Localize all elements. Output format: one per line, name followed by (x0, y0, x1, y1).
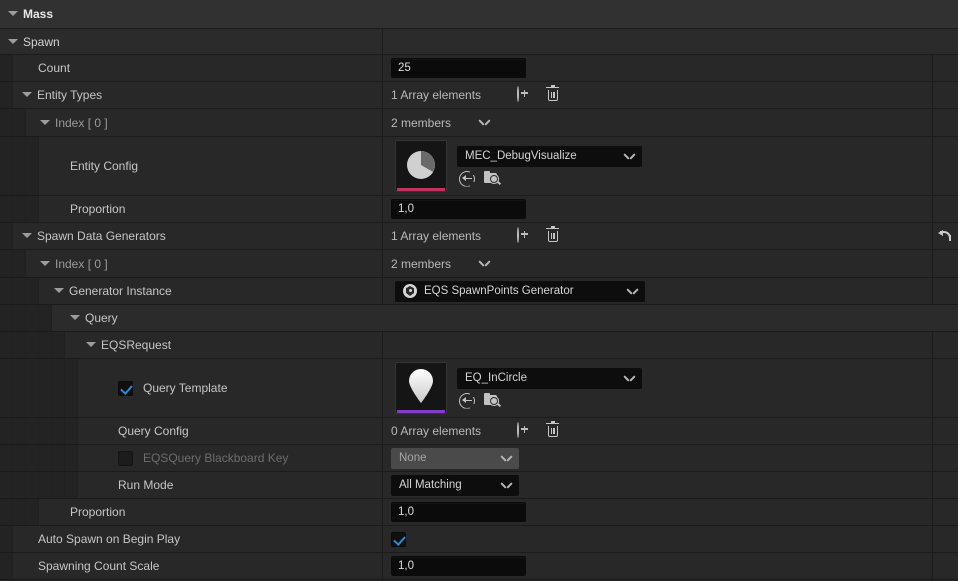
property-row-query-config: Query Config 0 Array elements (0, 418, 958, 445)
property-row-spawning-count-scale: Spawning Count Scale 1,0 (0, 553, 958, 580)
expander-query-icon[interactable] (70, 313, 80, 323)
find-in-content-browser-icon[interactable] (484, 171, 501, 186)
details-panel: Mass Spawn Count 25 E (0, 0, 958, 581)
entity-config-thumbnail[interactable] (395, 140, 447, 192)
delete-all-elements-button[interactable] (546, 228, 563, 245)
chevron-down-icon (501, 455, 512, 462)
expander-entity-types-icon[interactable] (22, 90, 32, 100)
property-row-query-template: Query Template (0, 359, 958, 418)
chevron-down-icon (624, 153, 635, 160)
array-index-label: Index [ 0 ] (55, 116, 108, 130)
property-label-entity-types: Entity Types (37, 88, 102, 102)
query-template-thumbnail[interactable] (395, 362, 447, 414)
entity-config-asset-picker[interactable]: MEC_DebugVisualize (457, 146, 642, 167)
property-label-count: Count (38, 61, 70, 75)
property-row-eqs-request: EQSRequest (0, 332, 958, 359)
property-label-spawn-data-generators: Spawn Data Generators (37, 229, 166, 243)
property-label-run-mode: Run Mode (118, 478, 173, 492)
property-label-query: Query (85, 311, 118, 325)
array-index-label: Index [ 0 ] (55, 257, 108, 271)
eqsquery-blackboard-key-dropdown[interactable]: None (391, 448, 519, 469)
expander-spawn-icon[interactable] (8, 37, 18, 47)
browse-to-asset-icon[interactable] (459, 393, 475, 409)
generator-proportion-input[interactable]: 1,0 (391, 502, 526, 522)
reset-column (932, 55, 958, 81)
spawning-count-scale-input[interactable]: 1,0 (391, 556, 526, 576)
property-label-spawning-count-scale: Spawning Count Scale (38, 559, 159, 573)
property-name-cell: Count (0, 55, 383, 81)
class-picker-icon (403, 284, 417, 298)
property-label-auto-spawn-on-begin-play: Auto Spawn on Begin Play (38, 532, 180, 546)
chevron-down-icon (624, 375, 635, 382)
array-element-row-entity-types-0: Index [ 0 ] 2 members (0, 109, 958, 137)
delete-all-elements-button[interactable] (546, 87, 563, 104)
property-label-query-template: Query Template (143, 381, 228, 395)
property-row-query: Query (0, 305, 958, 332)
category-row-spawn[interactable]: Spawn (0, 29, 958, 55)
query-template-asset-picker[interactable]: EQ_InCircle (457, 368, 642, 389)
property-label-eqsquery-blackboard-key: EQSQuery Blackboard Key (143, 451, 288, 465)
generator-instance-class-picker[interactable]: EQS SpawnPoints Generator (395, 281, 645, 302)
property-row-generator-instance: Generator Instance EQS SpawnPoints Gener… (0, 278, 958, 305)
reset-column (932, 223, 958, 249)
browse-to-asset-icon[interactable] (459, 171, 475, 187)
eqsquery-blackboard-key-checkbox[interactable] (118, 451, 133, 466)
property-row-entity-proportion: Proportion 1,0 (0, 196, 958, 223)
chevron-down-icon (627, 288, 638, 295)
revert-to-default-icon[interactable] (938, 230, 953, 243)
property-row-entity-config: Entity Config MEC_DebugVisualize (0, 137, 958, 196)
entity-index-members: 2 members (391, 116, 451, 130)
property-row-spawn-data-generators: Spawn Data Generators 1 Array elements (0, 223, 958, 250)
auto-spawn-on-begin-play-checkbox[interactable] (391, 532, 406, 547)
property-row-eqsquery-blackboard-key: EQSQuery Blackboard Key None (0, 445, 958, 472)
property-label-proportion: Proportion (70, 202, 125, 216)
chevron-down-icon (501, 482, 512, 489)
expander-eqs-request-icon[interactable] (86, 340, 96, 350)
run-mode-dropdown[interactable]: All Matching (391, 475, 519, 496)
add-element-button[interactable] (517, 228, 534, 245)
expander-spawn-data-index-0-icon[interactable] (40, 259, 50, 269)
property-label-query-config: Query Config (118, 424, 189, 438)
category-label-mass: Mass (23, 7, 53, 21)
expander-spawn-data-generators-icon[interactable] (22, 231, 32, 241)
property-label-generator-instance: Generator Instance (69, 284, 172, 298)
location-pin-eqs-asset-icon (396, 363, 446, 410)
add-element-button[interactable] (517, 87, 534, 104)
expander-generator-instance-icon[interactable] (54, 286, 64, 296)
find-in-content-browser-icon[interactable] (484, 393, 501, 408)
property-label-eqs-request: EQSRequest (101, 338, 171, 352)
spawn-data-generators-count: 1 Array elements (391, 229, 481, 243)
category-row-mass[interactable]: Mass (0, 0, 958, 29)
count-input[interactable]: 25 (391, 58, 526, 78)
chevron-down-icon[interactable] (479, 260, 490, 267)
property-row-generator-proportion: Proportion 1,0 (0, 499, 958, 526)
spawn-data-index-members: 2 members (391, 257, 451, 271)
array-element-row-spawn-data-0: Index [ 0 ] 2 members (0, 250, 958, 278)
property-row-run-mode: Run Mode All Matching (0, 472, 958, 499)
entity-proportion-input[interactable]: 1,0 (391, 199, 526, 219)
chevron-down-icon[interactable] (479, 119, 490, 126)
add-element-button[interactable] (517, 423, 534, 440)
expander-mass-icon[interactable] (8, 9, 18, 19)
entity-types-count: 1 Array elements (391, 88, 481, 102)
property-row-count: Count 25 (0, 55, 958, 82)
property-row-entity-types: Entity Types 1 Array elements (0, 82, 958, 109)
property-label-entity-config: Entity Config (70, 159, 138, 173)
property-label-proportion: Proportion (70, 505, 125, 519)
delete-all-elements-button[interactable] (546, 423, 563, 440)
pie-chart-data-asset-icon (396, 141, 446, 188)
query-config-count: 0 Array elements (391, 424, 481, 438)
property-row-auto-spawn-on-begin-play: Auto Spawn on Begin Play (0, 526, 958, 553)
expander-entity-index-0-icon[interactable] (40, 118, 50, 128)
category-label-spawn: Spawn (23, 35, 60, 49)
query-template-checkbox[interactable] (118, 381, 133, 396)
